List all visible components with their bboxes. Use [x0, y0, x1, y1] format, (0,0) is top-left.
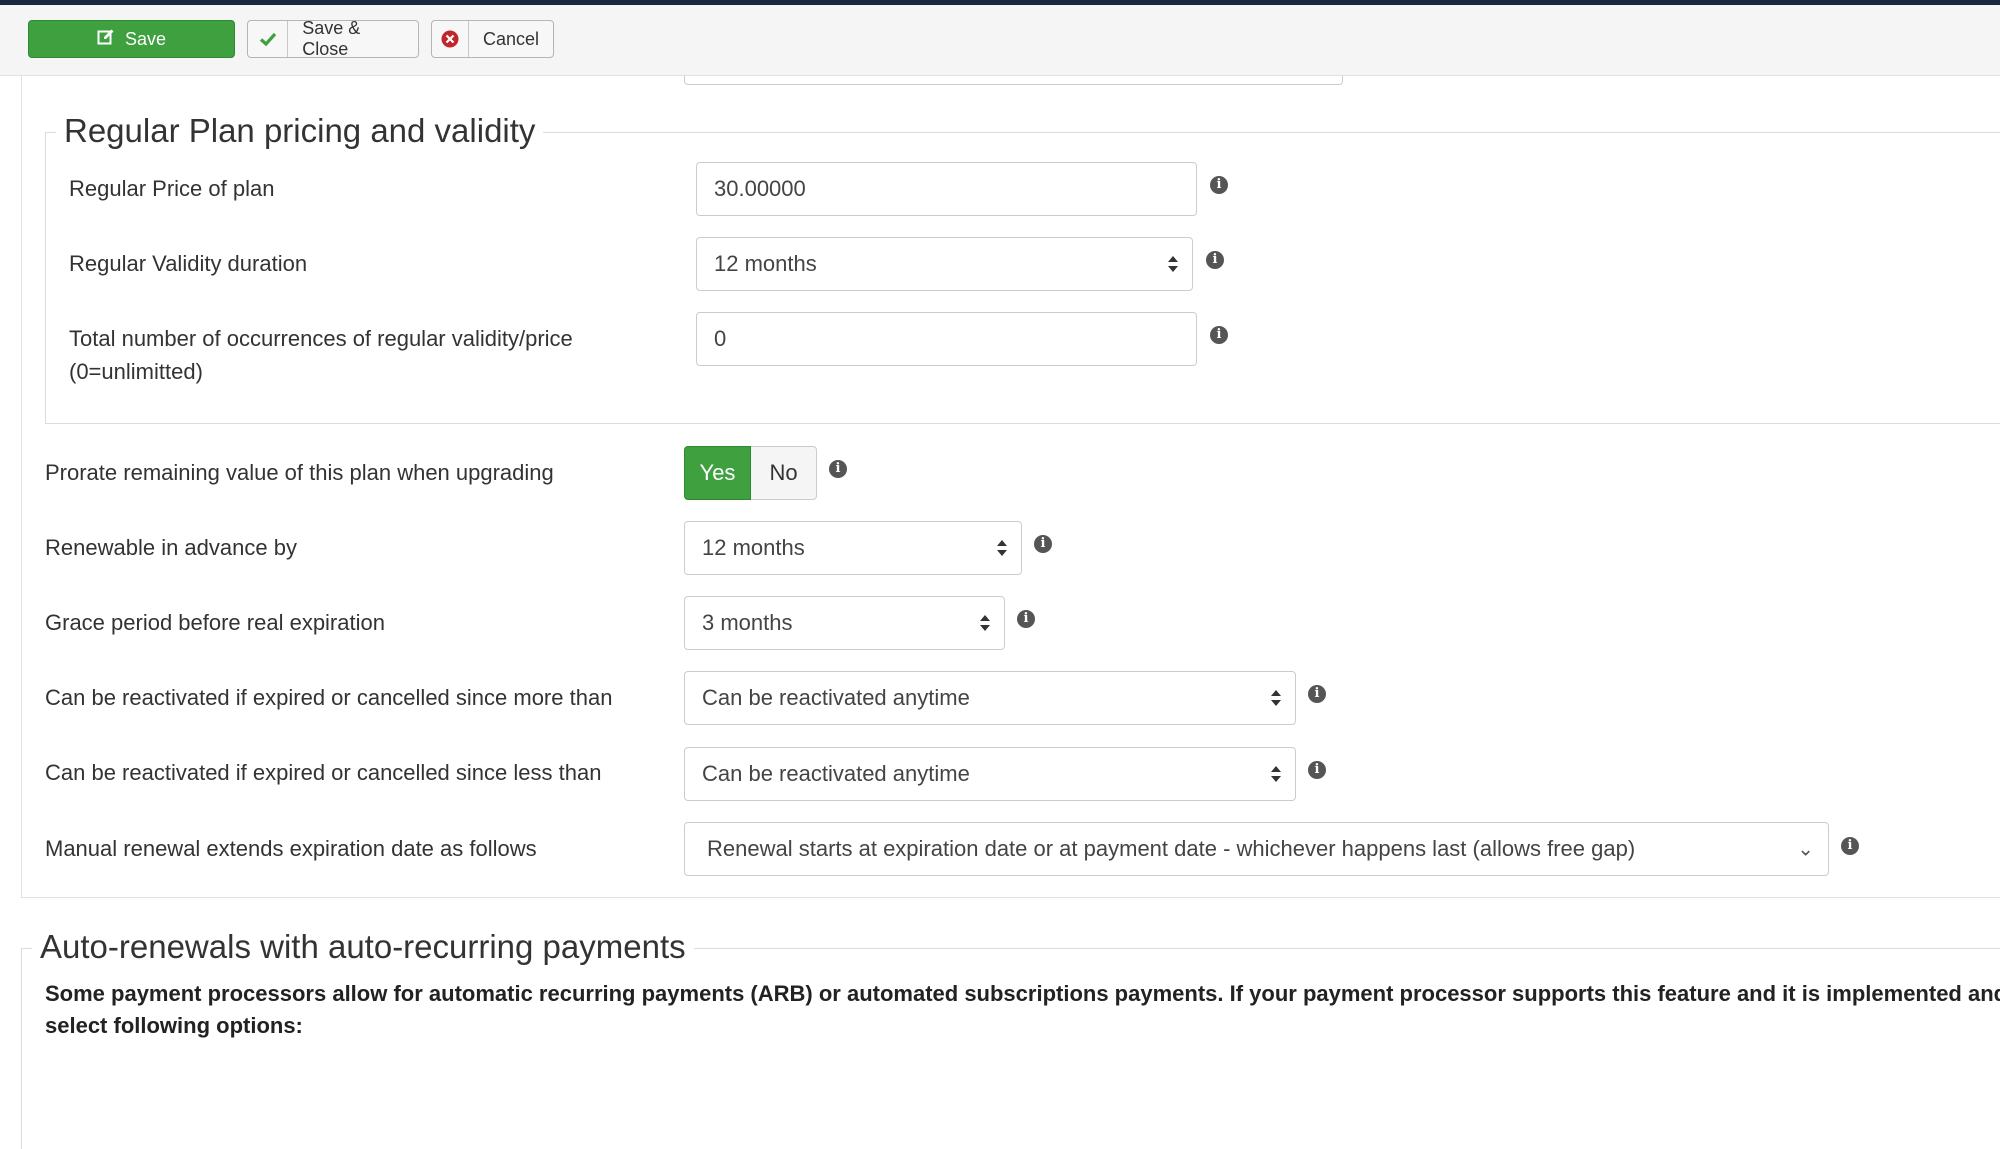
select-arrows-icon: [980, 615, 990, 631]
occurrences-label-line2: (0=unlimitted): [69, 359, 203, 384]
manual-renewal-select[interactable]: Renewal starts at expiration date or at …: [684, 822, 1829, 876]
reactivate-less-value: Can be reactivated anytime: [702, 761, 970, 786]
info-icon[interactable]: i: [1308, 685, 1326, 703]
auto-description-line2: select following options:: [45, 1013, 303, 1038]
info-icon[interactable]: i: [829, 460, 847, 478]
auto-renewals-legend: Auto-renewals with auto-recurring paymen…: [32, 927, 694, 967]
occurrences-input[interactable]: 0: [696, 312, 1197, 366]
manual-renewal-value: Renewal starts at expiration date or at …: [707, 836, 1636, 861]
prorate-no-button[interactable]: No: [751, 446, 817, 500]
regular-validity-value: 12 months: [714, 251, 817, 276]
select-arrows-icon: [997, 540, 1007, 556]
toolbar: Save Save & Close Cancel: [0, 5, 2000, 76]
select-arrows-icon: [1271, 766, 1281, 782]
reactivate-more-value: Can be reactivated anytime: [702, 685, 970, 710]
regular-plan-legend: Regular Plan pricing and validity: [56, 111, 544, 151]
occurrences-label: Total number of occurrences of regular v…: [69, 322, 573, 388]
auto-description-line1: Some payment processors allow for automa…: [45, 981, 2000, 1006]
grace-period-select[interactable]: 3 months: [684, 596, 1005, 650]
cancel-button-label: Cancel: [482, 28, 539, 49]
save-button[interactable]: Save: [28, 20, 235, 58]
regular-price-input[interactable]: 30.00000: [696, 162, 1197, 216]
manual-renewal-label: Manual renewal extends expiration date a…: [45, 836, 537, 861]
reactivate-more-label: Can be reactivated if expired or cancell…: [45, 685, 613, 710]
renewable-value: 12 months: [702, 535, 805, 560]
edit-icon: [97, 28, 115, 51]
prorate-label: Prorate remaining value of this plan whe…: [45, 460, 554, 485]
cancel-button[interactable]: Cancel: [431, 20, 554, 58]
check-icon: [248, 21, 289, 57]
select-arrows-icon: [1271, 690, 1281, 706]
occurrences-label-line1: Total number of occurrences of regular v…: [69, 326, 573, 351]
outer-fieldset-border-bottom: [21, 897, 2000, 898]
info-icon[interactable]: i: [1841, 837, 1859, 855]
reactivate-less-select[interactable]: Can be reactivated anytime: [684, 747, 1296, 801]
reactivate-less-label: Can be reactivated if expired or cancell…: [45, 760, 602, 785]
info-icon[interactable]: i: [1206, 251, 1224, 269]
regular-validity-label: Regular Validity duration: [69, 251, 308, 276]
regular-validity-select[interactable]: 12 months: [696, 237, 1193, 291]
save-button-label: Save: [124, 28, 167, 49]
prorate-yes-button[interactable]: Yes: [684, 446, 751, 500]
regular-price-label: Regular Price of plan: [69, 176, 275, 201]
cancel-circle-icon: [432, 21, 469, 57]
save-close-button[interactable]: Save & Close: [247, 18, 419, 59]
renewable-label: Renewable in advance by: [45, 535, 297, 560]
info-icon[interactable]: i: [1017, 610, 1035, 628]
reactivate-more-select[interactable]: Can be reactivated anytime: [684, 671, 1296, 725]
info-icon[interactable]: i: [1210, 326, 1228, 344]
grace-period-label: Grace period before real expiration: [45, 610, 385, 635]
prorate-toggle: Yes No: [684, 446, 817, 500]
info-icon[interactable]: i: [1034, 535, 1052, 553]
save-close-button-label: Save & Close: [302, 18, 361, 59]
grace-period-value: 3 months: [702, 610, 793, 635]
select-arrows-icon: [1168, 256, 1178, 272]
auto-renewals-description: Some payment processors allow for automa…: [45, 978, 2000, 1042]
previous-input-field[interactable]: [684, 76, 1343, 85]
form-content: Regular Plan pricing and validity Regula…: [0, 76, 2000, 1149]
info-icon[interactable]: i: [1210, 176, 1228, 194]
chevron-down-icon: ⌄: [1797, 838, 1814, 861]
info-icon[interactable]: i: [1308, 761, 1326, 779]
renewable-select[interactable]: 12 months: [684, 521, 1022, 575]
outer-fieldset-border: [21, 76, 22, 898]
